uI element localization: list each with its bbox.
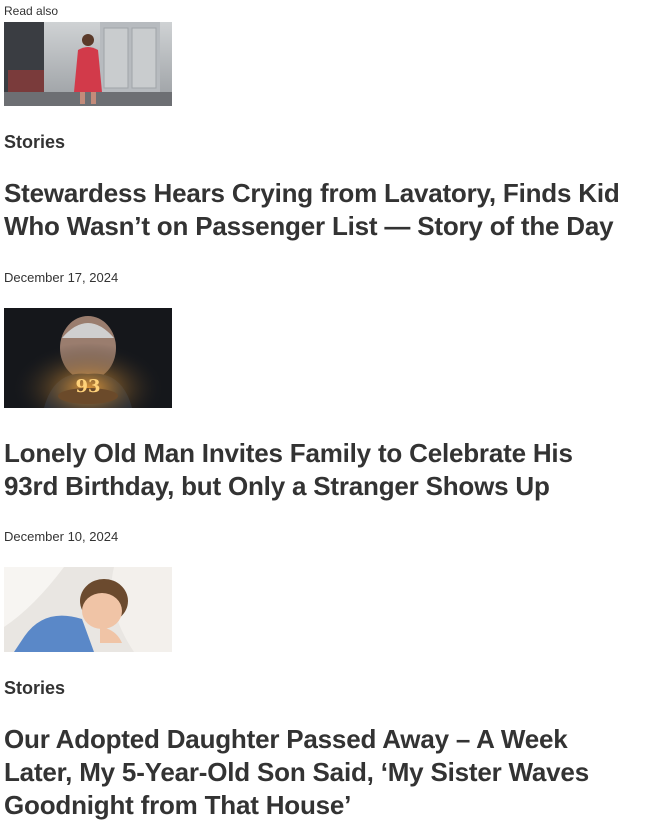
article-1-title[interactable]: Stewardess Hears Crying from Lavatory, F… [4, 177, 624, 243]
article-2-title[interactable]: Lonely Old Man Invites Family to Celebra… [4, 437, 624, 503]
article-1-category[interactable]: Stories [4, 131, 65, 153]
flight-attendant-image [4, 22, 172, 106]
old-man-birthday-cake-image: 93 [4, 308, 172, 408]
article-2-thumbnail[interactable]: 93 [4, 308, 172, 408]
article-3-thumbnail[interactable] [4, 567, 172, 652]
article-2-date: December 10, 2024 [4, 529, 119, 544]
article-3-title[interactable]: Our Adopted Daughter Passed Away – A Wee… [4, 723, 624, 822]
article-3-category[interactable]: Stories [4, 677, 65, 699]
cake-number-93: 93 [75, 376, 100, 397]
article-1-thumbnail[interactable] [4, 22, 172, 106]
article-1-date: December 17, 2024 [4, 270, 119, 285]
sleeping-child-image [4, 567, 172, 652]
read-also-label: Read also [4, 4, 59, 18]
